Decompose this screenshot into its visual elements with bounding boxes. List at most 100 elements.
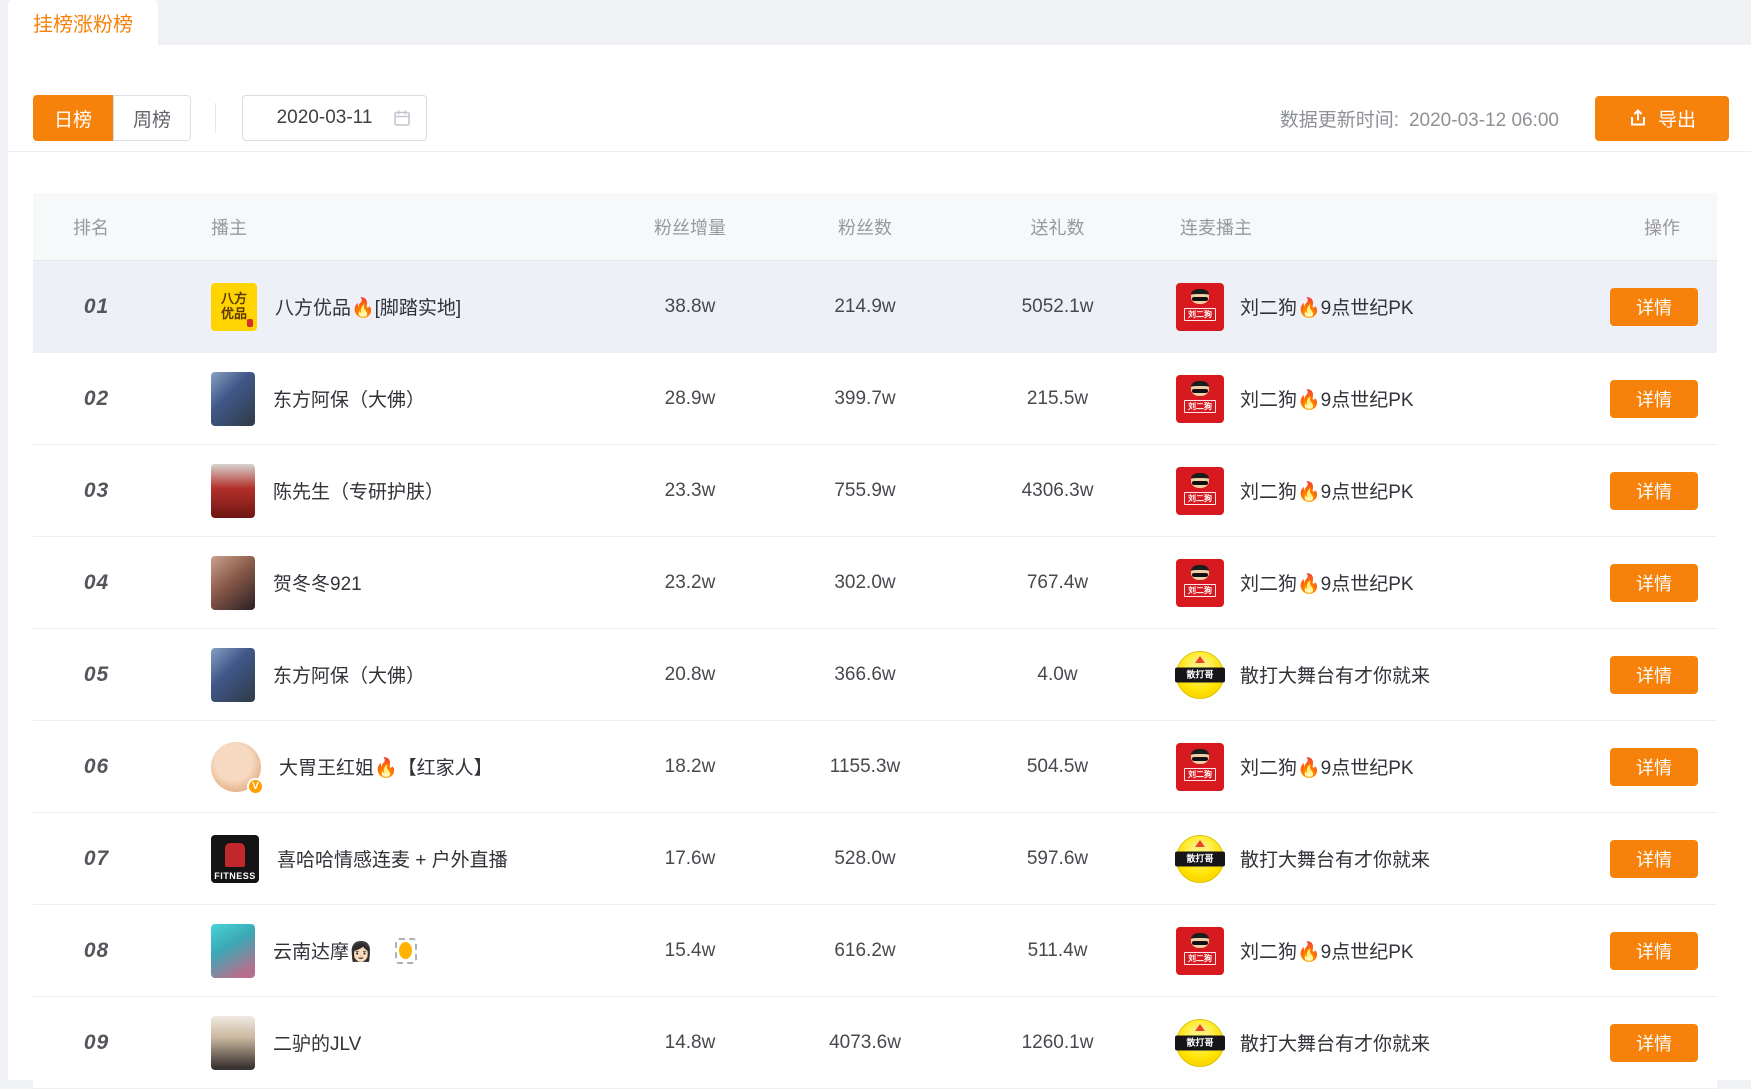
rank-value: 08 <box>84 939 109 962</box>
export-button[interactable]: 导出 <box>1595 96 1729 141</box>
update-time-label: 数据更新时间: <box>1280 110 1399 131</box>
broadcaster-avatar <box>211 924 255 978</box>
fans-total-value: 4073.6w <box>829 1032 901 1053</box>
verified-badge: V <box>247 778 264 795</box>
avatar-label: 八方优品 <box>217 292 251 322</box>
table-body: 01 八方优品 八方优品🔥[脚踏实地] 38.8w 214.9w 5052.1w… <box>33 261 1717 1089</box>
header-gifts: 送礼数 <box>970 214 1145 240</box>
header-fans-total: 粉丝数 <box>760 214 970 240</box>
fans-gain-value: 18.2w <box>665 756 716 777</box>
linked-broadcaster-name: 刘二狗🔥9点世纪PK <box>1240 293 1414 320</box>
table-row: 07 FITNESS 喜哈哈情感连麦 + 户外直播 17.6w 528.0w 5… <box>33 813 1717 905</box>
avatar-label: 散打哥 <box>1175 851 1225 866</box>
table-row: 04 贺冬冬921 23.2w 302.0w 767.4w 刘二狗 刘二狗🔥9点… <box>33 537 1717 629</box>
table-row: 02 东方阿保（大佛） 28.9w 399.7w 215.5w 刘二狗 刘二狗🔥… <box>33 353 1717 445</box>
avatar-label: 刘二狗 <box>1184 584 1216 597</box>
linked-broadcaster-name: 刘二狗🔥9点世纪PK <box>1240 385 1414 412</box>
detail-button[interactable]: 详情 <box>1610 932 1698 970</box>
avatar-label: 刘二狗 <box>1184 492 1216 505</box>
table-row: 06 V 大胃王红姐🔥【红家人】 18.2w 1155.3w 504.5w 刘二… <box>33 721 1717 813</box>
rank-value: 05 <box>84 663 109 686</box>
calendar-icon <box>392 108 412 128</box>
broadcaster-avatar <box>211 1016 255 1070</box>
detail-button[interactable]: 详情 <box>1610 380 1698 418</box>
fans-total-value: 399.7w <box>834 388 895 409</box>
avatar-label: 刘二狗 <box>1184 400 1216 413</box>
linked-broadcaster-avatar: 刘二狗 <box>1176 559 1224 607</box>
linked-broadcaster-name: 刘二狗🔥9点世纪PK <box>1240 569 1414 596</box>
fans-gain-value: 28.9w <box>665 388 716 409</box>
broadcaster-name: 八方优品🔥[脚踏实地] <box>275 293 461 320</box>
rank-value: 03 <box>84 479 109 502</box>
gifts-value: 511.4w <box>1028 940 1088 961</box>
linked-broadcaster-avatar: 刘二狗 <box>1176 375 1224 423</box>
linked-broadcaster-avatar: 刘二狗 <box>1176 467 1224 515</box>
avatar-label: 刘二狗 <box>1184 308 1216 321</box>
gifts-value: 4.0w <box>1037 664 1077 685</box>
date-picker[interactable]: 2020-03-11 <box>242 95 427 141</box>
daily-rank-button[interactable]: 日榜 <box>33 95 113 141</box>
detail-button[interactable]: 详情 <box>1610 840 1698 878</box>
data-update-time: 数据更新时间: 2020-03-12 06:00 <box>1280 105 1559 132</box>
detail-button[interactable]: 详情 <box>1610 1024 1698 1062</box>
linked-broadcaster-avatar: 刘二狗 <box>1176 743 1224 791</box>
header-broadcaster: 播主 <box>160 214 620 240</box>
detail-button[interactable]: 详情 <box>1610 748 1698 786</box>
table-row: 01 八方优品 八方优品🔥[脚踏实地] 38.8w 214.9w 5052.1w… <box>33 261 1717 353</box>
fans-gain-value: 15.4w <box>665 940 716 961</box>
broadcaster-avatar: V <box>211 742 261 792</box>
fans-gain-value: 17.6w <box>665 848 716 869</box>
header-fans-gain: 粉丝增量 <box>620 214 760 240</box>
rank-value: 01 <box>84 295 109 318</box>
broadcaster-avatar <box>211 556 255 610</box>
unknown-emoji-placeholder <box>395 938 417 964</box>
linked-broadcaster-name: 刘二狗🔥9点世纪PK <box>1240 753 1414 780</box>
tab-leaderboard[interactable]: 挂榜涨粉榜 <box>8 0 158 45</box>
detail-button[interactable]: 详情 <box>1610 288 1698 326</box>
broadcaster-name: 云南达摩👩🏻 <box>273 937 373 964</box>
avatar-label: 刘二狗 <box>1184 952 1216 965</box>
broadcaster-avatar: FITNESS <box>211 835 259 883</box>
weekly-rank-button[interactable]: 周榜 <box>113 95 191 141</box>
fans-gain-value: 38.8w <box>665 296 716 317</box>
broadcaster-name: 东方阿保（大佛） <box>273 661 425 688</box>
content-card: 日榜 周榜 2020-03-11 数据更新时间: 2020-03-12 06:00 <box>8 45 1751 1080</box>
detail-button[interactable]: 详情 <box>1610 564 1698 602</box>
linked-broadcaster-avatar: 散打哥 <box>1176 835 1224 883</box>
broadcaster-name: 大胃王红姐🔥【红家人】 <box>279 753 493 780</box>
linked-broadcaster-avatar: 散打哥 <box>1176 651 1224 699</box>
linked-broadcaster-avatar: 刘二狗 <box>1176 283 1224 331</box>
avatar-label: 刘二狗 <box>1184 768 1216 781</box>
fans-gain-value: 14.8w <box>665 1032 716 1053</box>
table-row: 03 陈先生（专研护肤） 23.3w 755.9w 4306.3w 刘二狗 刘二… <box>33 445 1717 537</box>
detail-button[interactable]: 详情 <box>1610 656 1698 694</box>
fans-total-value: 214.9w <box>834 296 895 317</box>
rank-value: 09 <box>84 1031 109 1054</box>
tab-title: 挂榜涨粉榜 <box>33 8 133 37</box>
gifts-value: 4306.3w <box>1022 480 1094 501</box>
table-row: 05 东方阿保（大佛） 20.8w 366.6w 4.0w 散打哥 散打大舞台有… <box>33 629 1717 721</box>
tab-bar: 挂榜涨粉榜 <box>0 0 1751 45</box>
date-value: 2020-03-11 <box>257 107 392 129</box>
avatar-label: 散打哥 <box>1175 1035 1225 1050</box>
linked-broadcaster-avatar: 刘二狗 <box>1176 927 1224 975</box>
update-time-value: 2020-03-12 06:00 <box>1409 110 1559 131</box>
gifts-value: 215.5w <box>1027 388 1088 409</box>
broadcaster-name: 二驴的JLV <box>273 1029 361 1056</box>
gifts-value: 1260.1w <box>1022 1032 1094 1053</box>
fans-total-value: 302.0w <box>834 572 895 593</box>
fans-total-value: 616.2w <box>834 940 895 961</box>
fans-gain-value: 23.3w <box>665 480 716 501</box>
vertical-divider <box>215 103 216 133</box>
export-label: 导出 <box>1658 105 1696 132</box>
linked-broadcaster-name: 散打大舞台有才你就来 <box>1240 1029 1430 1056</box>
table-row: 09 二驴的JLV 14.8w 4073.6w 1260.1w 散打哥 散打大舞… <box>33 997 1717 1089</box>
fans-total-value: 1155.3w <box>830 756 900 777</box>
gifts-value: 767.4w <box>1027 572 1088 593</box>
broadcaster-name: 贺冬冬921 <box>273 569 362 596</box>
controls-bar: 日榜 周榜 2020-03-11 数据更新时间: 2020-03-12 06:00 <box>8 45 1751 152</box>
linked-broadcaster-name: 散打大舞台有才你就来 <box>1240 661 1430 688</box>
rank-value: 02 <box>84 387 109 410</box>
detail-button[interactable]: 详情 <box>1610 472 1698 510</box>
gifts-value: 5052.1w <box>1022 296 1094 317</box>
